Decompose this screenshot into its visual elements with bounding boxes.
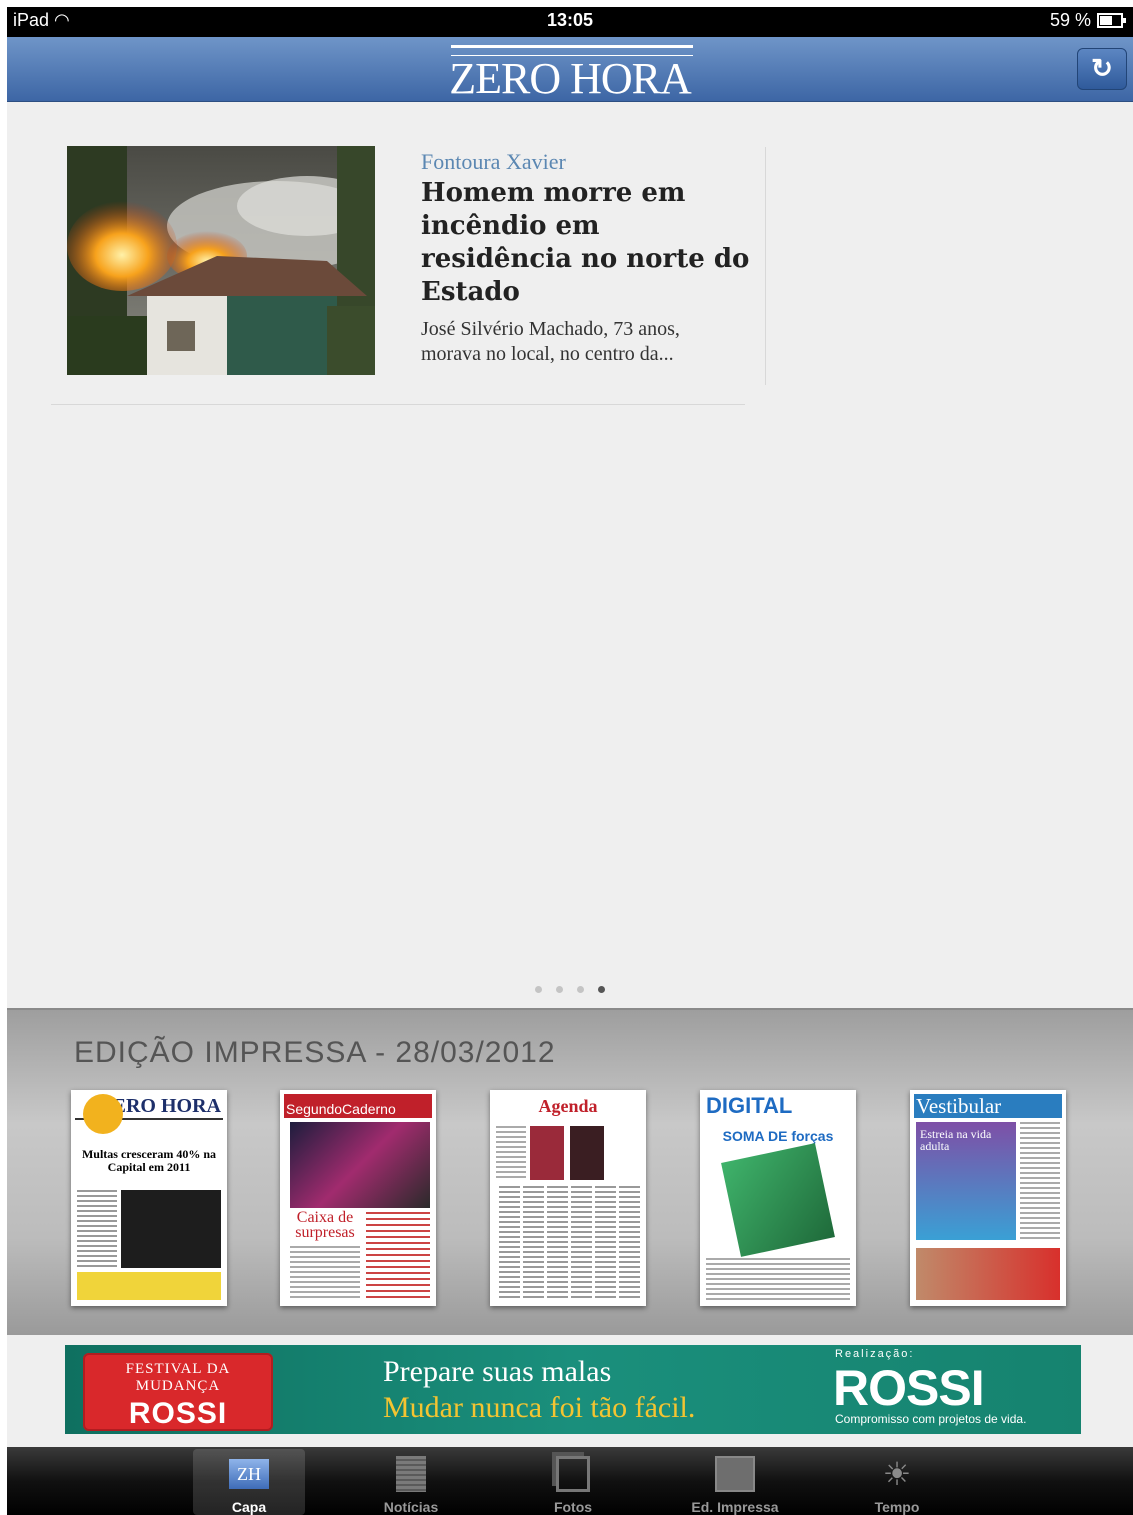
tab-label: Notícias [383,1499,439,1515]
cover-headline: Estreia na vida adulta [920,1127,992,1153]
cover-text-column [496,1126,526,1180]
fire-photo-image [67,146,375,375]
status-bar: iPad ◠ 13:05 59 % [7,7,1133,37]
newspaper-icon [391,1455,431,1493]
cover-photo [290,1122,430,1208]
article-kicker: Fontoura Xavier [421,149,566,174]
battery-percent: 59 % [1049,10,1091,30]
edition-cover-digital[interactable]: DIGITAL SOMA DE forças [700,1090,856,1306]
edition-cover-agenda[interactable]: Agenda [490,1090,646,1306]
print-edition-icon [715,1455,755,1493]
rossi-banner-ad[interactable]: FESTIVAL DA MUDANÇA ROSSI Prepare suas m… [65,1345,1081,1434]
page-dot[interactable] [577,986,584,993]
print-edition-title: EDIÇÃO IMPRESSA - 28/03/2012 [74,1036,556,1069]
ad-badge-line1: FESTIVAL DA MUDANÇA [125,1361,231,1394]
article-divider [51,404,745,405]
navigation-bar: ZERO HORA ↻ [7,37,1133,103]
page-dot[interactable] [556,986,563,993]
cover-footer [916,1248,1060,1300]
ad-headline: Prepare suas malas [383,1355,612,1388]
cover-masthead: Vestibular [916,1094,1002,1118]
tab-noticias[interactable]: Notícias [355,1449,467,1515]
weather-icon: ☀ [882,1456,912,1492]
page-dot-active[interactable] [598,986,605,993]
cover-listings [496,1186,640,1300]
tab-label: Tempo [874,1499,920,1515]
cover-text-column [290,1246,360,1300]
cover-photo [530,1126,564,1180]
cover-text-column [366,1212,430,1300]
ad-badge: FESTIVAL DA MUDANÇA ROSSI [83,1353,273,1431]
battery-status: 59 % [1049,10,1126,31]
tab-ed-impressa[interactable]: Ed. Impressa [679,1449,791,1515]
app-frame: iPad ◠ 13:05 59 % ZERO HORA ↻ Fontoura X… [7,7,1133,1515]
cover-masthead: DIGITAL [706,1093,793,1118]
tab-label: Ed. Impressa [691,1499,779,1515]
tab-label: Capa [231,1499,267,1515]
refresh-icon: ↻ [1091,53,1113,83]
cover-text-column [77,1190,117,1268]
cover-masthead: SegundoCaderno [286,1101,396,1117]
edition-cover-zh[interactable]: ZERO HORA Multas cresceram 40% na Capita… [71,1090,227,1306]
article-summary: José Silvério Machado, 73 anos, morava n… [421,318,680,365]
edition-cover-vestibular[interactable]: Vestibular Estreia na vida adulta [910,1090,1066,1306]
cover-headline: SOMA DE forças [722,1128,834,1144]
tab-tempo[interactable]: ☀ Tempo [841,1449,953,1515]
article-teaser[interactable]: Fontoura Xavier Homem morre em incêndio … [421,149,751,367]
cover-art [83,1094,123,1134]
article-photo[interactable] [67,146,375,375]
edition-cover-segundo-caderno[interactable]: SegundoCaderno Caixa de surpresas [280,1090,436,1306]
cover-headline: Multas cresceram 40% na Capital em 2011 [81,1147,217,1174]
photos-icon [553,1455,593,1493]
tab-bar: ZH Capa Notícias Fotos Ed. Impressa ☀ Te… [7,1447,1133,1515]
cover-art [721,1143,835,1257]
print-edition-shelf: EDIÇÃO IMPRESSA - 28/03/2012 ZERO HORA M… [7,1008,1133,1335]
ad-subheadline: Mudar nunca foi tão fácil. [383,1391,696,1424]
cover-text-column [706,1258,850,1300]
column-divider [765,147,766,385]
tab-label: Fotos [553,1499,593,1515]
ad-badge-line2: ROSSI [128,1397,228,1430]
zh-logo-icon: ZH [229,1455,269,1493]
page-dot[interactable] [535,986,542,993]
page-indicator[interactable] [7,980,1133,998]
clock: 13:05 [546,10,594,30]
article-headline[interactable]: Homem morre em incêndio em residência no… [421,177,751,309]
refresh-button[interactable]: ↻ [1077,48,1127,90]
cover-headline: Caixa de surpresas [295,1209,355,1241]
battery-icon [1097,13,1126,28]
cover-photo [570,1126,604,1180]
cover-photo [121,1190,221,1268]
tab-capa[interactable]: ZH Capa [193,1449,305,1515]
cover-text-column [1020,1122,1060,1240]
cover-masthead: Agenda [538,1096,598,1116]
tab-fotos[interactable]: Fotos [517,1449,629,1515]
ad-brand-logo: ROSSI [833,1360,985,1416]
ad-tagline: Compromisso com projetos de vida. [835,1412,1027,1426]
app-logo: ZERO HORA [449,54,692,103]
cover-footer [77,1272,221,1300]
